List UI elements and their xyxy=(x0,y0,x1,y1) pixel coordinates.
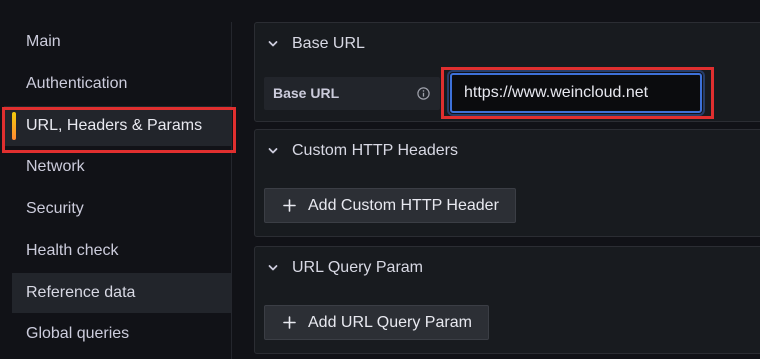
sidebar-item-health-check[interactable]: Health check xyxy=(12,231,231,271)
section-title: Base URL xyxy=(292,35,365,52)
sidebar-item-label: Global queries xyxy=(26,325,130,342)
sidebar-item-url-headers-params[interactable]: URL, Headers & Params xyxy=(4,106,232,146)
chevron-down-icon xyxy=(268,265,278,271)
active-indicator xyxy=(12,112,16,140)
sidebar-item-label: Security xyxy=(26,200,84,217)
sidebar-item-label: Main xyxy=(26,33,61,50)
sidebar-item-label: URL, Headers & Params xyxy=(26,117,203,134)
add-custom-http-header-button[interactable]: Add Custom HTTP Header xyxy=(264,188,516,223)
sidebar-item-label: Network xyxy=(26,158,85,175)
sidebar-item-security[interactable]: Security xyxy=(12,189,231,229)
sidebar-item-network[interactable]: Network xyxy=(12,147,231,187)
sidebar-item-label: Reference data xyxy=(26,284,136,301)
settings-sidebar: Main Authentication URL, Headers & Param… xyxy=(0,0,232,359)
url-query-param-section-header[interactable]: URL Query Param xyxy=(266,258,423,278)
sidebar-item-label: Health check xyxy=(26,242,119,259)
custom-http-headers-section-header[interactable]: Custom HTTP Headers xyxy=(266,141,458,161)
sidebar-item-authentication[interactable]: Authentication xyxy=(12,64,231,104)
info-circle-icon[interactable] xyxy=(417,87,430,100)
settings-page: Main Authentication URL, Headers & Param… xyxy=(0,0,760,359)
chevron-down-icon xyxy=(268,148,278,154)
section-title: URL Query Param xyxy=(292,259,423,276)
chevron-down-icon xyxy=(268,41,278,47)
sidebar-item-label: Authentication xyxy=(26,75,128,92)
base-url-field-label: Base URL xyxy=(264,77,440,110)
add-url-query-param-button[interactable]: Add URL Query Param xyxy=(264,305,489,340)
base-url-section-header[interactable]: Base URL xyxy=(266,34,365,54)
sidebar-item-main[interactable]: Main xyxy=(12,22,231,62)
plus-icon xyxy=(283,199,296,212)
plus-icon xyxy=(283,316,296,329)
sidebar-item-global-queries[interactable]: Global queries xyxy=(12,314,231,354)
sidebar-divider xyxy=(231,22,232,359)
section-title: Custom HTTP Headers xyxy=(292,142,458,159)
base-url-input[interactable] xyxy=(450,73,702,113)
sidebar-item-reference-data[interactable]: Reference data xyxy=(12,273,231,313)
button-label: Add Custom HTTP Header xyxy=(308,197,499,214)
button-label: Add URL Query Param xyxy=(308,314,472,331)
